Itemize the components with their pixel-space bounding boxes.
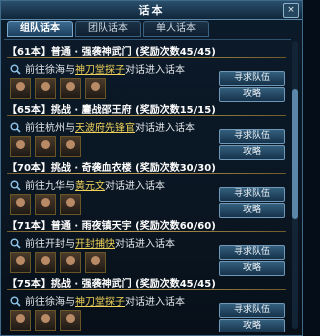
search-icon bbox=[10, 180, 21, 191]
portrait bbox=[60, 136, 81, 157]
portrait bbox=[60, 310, 81, 331]
npc-link[interactable]: 黄元文 bbox=[75, 181, 105, 192]
find-team-button[interactable]: 寻求队伍 bbox=[219, 71, 285, 86]
portrait bbox=[35, 78, 56, 99]
divider bbox=[7, 173, 286, 174]
portrait bbox=[60, 252, 81, 273]
entry-header: 【71本】普通 · 雨夜镇天宇 (奖励次数60/60) bbox=[7, 221, 216, 232]
titlebar: 话本 × bbox=[1, 1, 302, 20]
npc-link[interactable]: 神刀堂探子 bbox=[75, 65, 125, 76]
task-suffix: 对话进入话本 bbox=[135, 123, 195, 134]
portrait bbox=[35, 252, 56, 273]
find-team-button[interactable]: 寻求队伍 bbox=[219, 245, 285, 260]
divider bbox=[7, 289, 286, 290]
portrait bbox=[10, 194, 31, 215]
task-prefix: 前往杭州与 bbox=[25, 123, 75, 134]
search-icon bbox=[10, 64, 21, 75]
tab-raid[interactable]: 团队话本 bbox=[75, 21, 141, 37]
portrait bbox=[10, 252, 31, 273]
dungeon-list: 【61本】普通 · 强袭神武门 (奖励次数45/45) 前往徐海与神刀堂探子对话… bbox=[4, 39, 291, 332]
divider bbox=[7, 57, 286, 58]
entry-header: 【61本】普通 · 强袭神武门 (奖励次数45/45) bbox=[7, 47, 216, 58]
task-suffix: 对话进入话本 bbox=[115, 239, 175, 250]
task-suffix: 对话进入话本 bbox=[105, 181, 165, 192]
search-icon bbox=[10, 238, 21, 249]
guide-button[interactable]: 攻略 bbox=[219, 261, 285, 276]
portrait bbox=[60, 194, 81, 215]
portrait bbox=[10, 310, 31, 331]
portrait bbox=[10, 78, 31, 99]
npc-link[interactable]: 天波府先锋官 bbox=[75, 123, 135, 134]
entry-header: 【65本】挑战 · 鏖战邵王府 (奖励次数15/15) bbox=[7, 105, 216, 116]
entry-header: 【75本】挑战 · 强袭神武门 (奖励次数45/45) bbox=[7, 279, 216, 290]
task-line: 前往开封与开封捕快对话进入话本 bbox=[10, 235, 175, 250]
find-team-button[interactable]: 寻求队伍 bbox=[219, 187, 285, 202]
guide-button[interactable]: 攻略 bbox=[219, 145, 285, 160]
portrait bbox=[85, 252, 106, 273]
task-prefix: 前往徐海与 bbox=[25, 297, 75, 308]
portrait bbox=[10, 136, 31, 157]
search-icon bbox=[10, 296, 21, 307]
divider bbox=[7, 115, 286, 116]
task-line: 前往徐海与神刀堂探子对话进入话本 bbox=[10, 61, 185, 76]
npc-link[interactable]: 神刀堂探子 bbox=[75, 297, 125, 308]
portrait bbox=[35, 194, 56, 215]
task-prefix: 前往开封与 bbox=[25, 239, 75, 250]
divider bbox=[7, 231, 286, 232]
guide-button[interactable]: 攻略 bbox=[219, 87, 285, 102]
task-line: 前往徐海与神刀堂探子对话进入话本 bbox=[10, 293, 185, 308]
close-button[interactable]: × bbox=[283, 3, 299, 18]
guide-button[interactable]: 攻略 bbox=[219, 203, 285, 218]
task-line: 前往九华与黄元文对话进入话本 bbox=[10, 177, 165, 192]
portrait bbox=[85, 78, 106, 99]
window-title: 话本 bbox=[138, 4, 165, 17]
scrollbar[interactable] bbox=[292, 41, 298, 329]
task-suffix: 对话进入话本 bbox=[125, 297, 185, 308]
task-suffix: 对话进入话本 bbox=[125, 65, 185, 76]
npc-link[interactable]: 开封捕快 bbox=[75, 239, 115, 250]
search-icon bbox=[10, 122, 21, 133]
window: 话本 × 组队话本 团队话本 单人话本 【61本】普通 · 强袭神武门 (奖励次… bbox=[0, 0, 303, 336]
task-prefix: 前往徐海与 bbox=[25, 65, 75, 76]
scroll-thumb[interactable] bbox=[292, 89, 298, 219]
portrait bbox=[35, 136, 56, 157]
guide-button[interactable]: 攻略 bbox=[219, 319, 285, 332]
portrait bbox=[60, 78, 81, 99]
entry-header: 【70本】挑战 · 奇袭血衣楼 (奖励次数30/30) bbox=[7, 163, 216, 174]
find-team-button[interactable]: 寻求队伍 bbox=[219, 129, 285, 144]
task-prefix: 前往九华与 bbox=[25, 181, 75, 192]
task-line: 前往杭州与天波府先锋官对话进入话本 bbox=[10, 119, 195, 134]
find-team-button[interactable]: 寻求队伍 bbox=[219, 303, 285, 318]
portrait bbox=[35, 310, 56, 331]
tab-team[interactable]: 组队话本 bbox=[7, 21, 73, 37]
tab-solo[interactable]: 单人话本 bbox=[143, 21, 209, 37]
